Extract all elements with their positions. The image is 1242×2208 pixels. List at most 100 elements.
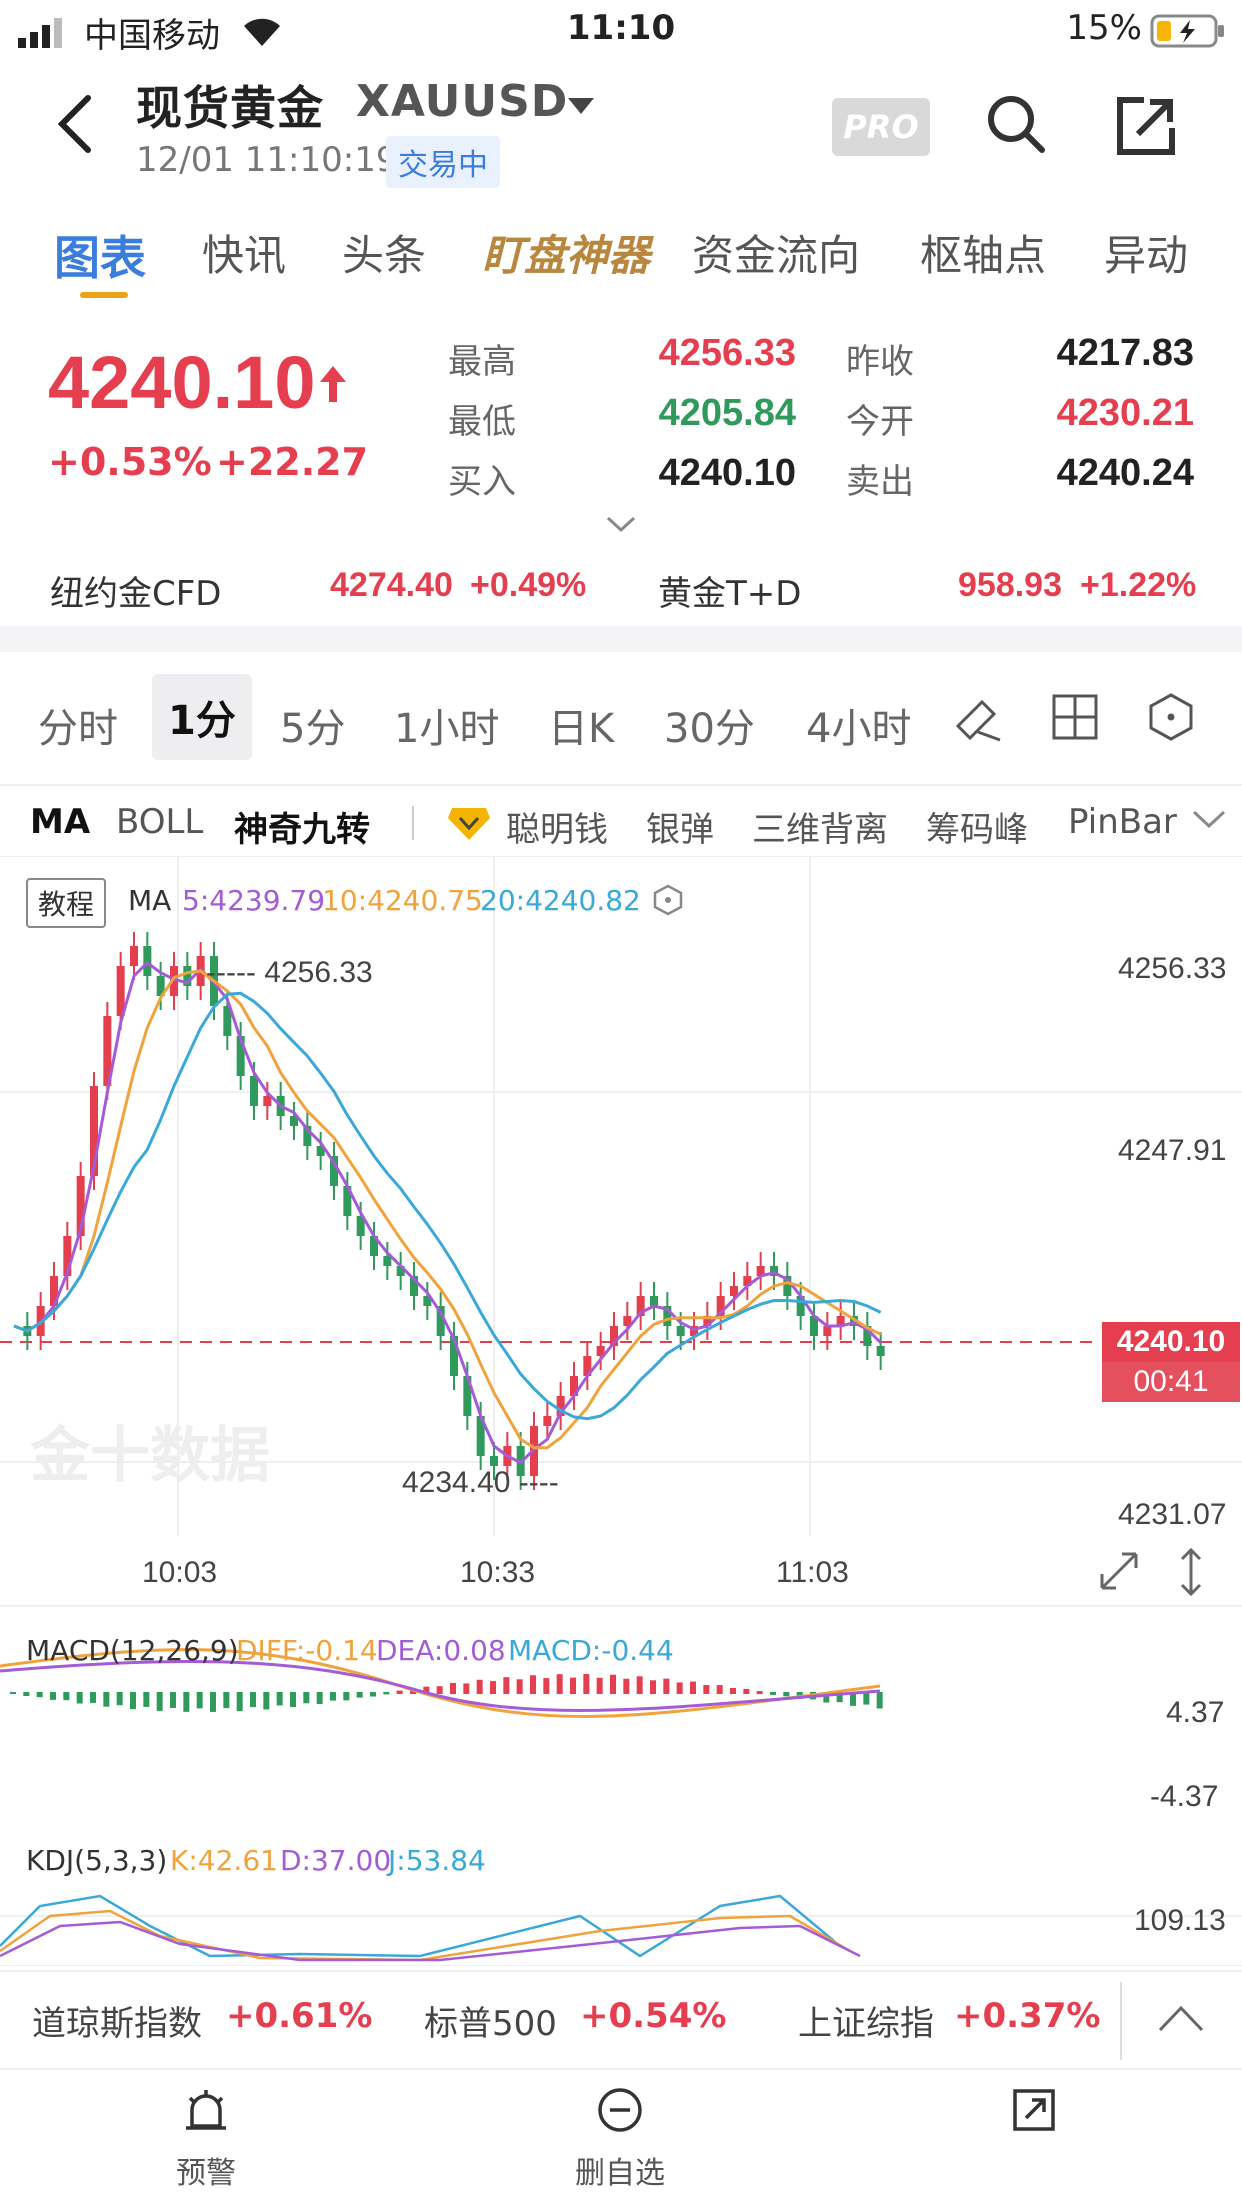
battery-icon bbox=[1150, 14, 1224, 48]
macd-bar bbox=[303, 1692, 310, 1704]
tab-monitor[interactable]: 盯盘神器 bbox=[482, 222, 650, 283]
bar-countdown: 00:41 bbox=[1102, 1362, 1240, 1402]
macd-bar bbox=[290, 1692, 296, 1708]
tutorial-button[interactable]: 教程 bbox=[26, 878, 107, 928]
indicator-ma[interactable]: MA bbox=[30, 802, 90, 842]
y-tick-bottom: 4231.07 bbox=[1118, 1498, 1227, 1531]
remove-watchlist-label: 删自选 bbox=[575, 2156, 665, 2191]
diamond-icon bbox=[448, 808, 490, 840]
search-icon[interactable] bbox=[984, 92, 1048, 156]
high-value: 4256.33 bbox=[658, 332, 796, 374]
tab-headlines[interactable]: 头条 bbox=[342, 222, 426, 283]
open-value: 4230.21 bbox=[1056, 392, 1194, 434]
period-4hour[interactable]: 4小时 bbox=[806, 696, 911, 754]
indicator-silver-bullet[interactable]: 银弹 bbox=[646, 802, 714, 851]
candle-body bbox=[676, 1326, 685, 1336]
macd-scale-top: 4.37 bbox=[1166, 1696, 1225, 1729]
macd-bar bbox=[396, 1690, 403, 1694]
indicator-td-nine[interactable]: 神奇九转 bbox=[234, 802, 370, 851]
period-30min[interactable]: 30分 bbox=[664, 696, 755, 754]
x-tick-3: 11:03 bbox=[776, 1556, 849, 1589]
dropdown-triangle-icon[interactable] bbox=[568, 98, 594, 114]
status-bar: 中国移动 11:10 15% bbox=[0, 0, 1242, 60]
period-daily[interactable]: 日K bbox=[548, 696, 614, 754]
remove-watchlist-button[interactable]: 删自选 bbox=[520, 2086, 720, 2192]
macd-bar bbox=[10, 1692, 16, 1694]
ma-legend-label: MA bbox=[128, 884, 172, 917]
settings-hex-icon[interactable] bbox=[1146, 692, 1196, 742]
active-tab-indicator bbox=[80, 292, 128, 298]
x-tick-1: 10:03 bbox=[142, 1556, 218, 1589]
share-icon[interactable] bbox=[1114, 94, 1178, 158]
macd-bar bbox=[743, 1688, 750, 1694]
tab-pivot[interactable]: 枢轴点 bbox=[920, 222, 1046, 283]
tab-news[interactable]: 快讯 bbox=[202, 222, 286, 283]
macd-bar bbox=[716, 1685, 723, 1694]
ask-value: 4240.24 bbox=[1056, 452, 1194, 494]
bid-label: 买入 bbox=[448, 462, 516, 502]
period-timeshare[interactable]: 分时 bbox=[38, 696, 118, 754]
macd-bar bbox=[783, 1692, 790, 1697]
macd-bar bbox=[276, 1692, 283, 1706]
symbol-selector[interactable]: XAUUSD bbox=[356, 76, 568, 127]
candle-body bbox=[876, 1346, 885, 1356]
chevron-up-icon[interactable] bbox=[1156, 2002, 1206, 2036]
ticker-dow-name: 道琼斯指数 bbox=[32, 2004, 202, 2044]
period-5min[interactable]: 5分 bbox=[280, 696, 345, 754]
macd-bar bbox=[63, 1692, 70, 1701]
indicator-smart-money[interactable]: 聪明钱 bbox=[506, 802, 608, 851]
ma-settings-icon[interactable] bbox=[652, 884, 684, 916]
tab-fund-flow[interactable]: 资金流向 bbox=[692, 222, 860, 283]
indicator-pinbar[interactable]: PinBar bbox=[1068, 802, 1177, 842]
pro-button[interactable]: PRO bbox=[832, 98, 930, 156]
index-ticker[interactable]: 道琼斯指数 +0.61% 标普500 +0.54% 上证综指 +0.37% bbox=[0, 1970, 1242, 2068]
fullscreen-icon[interactable] bbox=[1096, 1548, 1142, 1594]
macd-bar bbox=[503, 1677, 510, 1694]
x-tick-2: 10:33 bbox=[460, 1556, 536, 1589]
tab-movement[interactable]: 异动 bbox=[1104, 222, 1188, 283]
back-arrow-icon[interactable] bbox=[52, 92, 100, 156]
layout-grid-icon[interactable] bbox=[1050, 692, 1100, 742]
period-1min[interactable]: 1分 bbox=[152, 674, 252, 760]
kdj-d: D:37.00 bbox=[280, 1844, 392, 1877]
more-indicators-chevron-icon[interactable] bbox=[1192, 808, 1226, 832]
macd-bar bbox=[596, 1677, 603, 1694]
kline-chart[interactable]: 金十数据 bbox=[0, 856, 1242, 1966]
ma10-value: 10:4240.75 bbox=[322, 884, 483, 917]
expand-chevron-icon[interactable] bbox=[606, 514, 636, 534]
related-price-gold-td: 958.93 bbox=[958, 566, 1062, 604]
change-amount: +22.27 bbox=[216, 440, 369, 484]
ticker-shanghai-name: 上证综指 bbox=[798, 2004, 934, 2044]
kdj-scale-top: 109.13 bbox=[1134, 1904, 1226, 1937]
indicator-boll[interactable]: BOLL bbox=[116, 802, 203, 842]
vertical-scale-icon[interactable] bbox=[1176, 1546, 1206, 1598]
battery-percent: 15% bbox=[1066, 8, 1142, 48]
minus-circle-icon bbox=[598, 2088, 642, 2132]
ma20-line bbox=[13, 991, 882, 1421]
indicator-divergence[interactable]: 三维背离 bbox=[752, 802, 888, 851]
period-bar-divider bbox=[0, 784, 1242, 786]
candle-body bbox=[250, 1076, 258, 1106]
macd-bar bbox=[356, 1692, 363, 1698]
related-name-ny-gold[interactable]: 纽约金CFD bbox=[50, 566, 221, 615]
macd-bar bbox=[143, 1692, 150, 1707]
open-label: 今开 bbox=[846, 402, 914, 442]
chart-grid bbox=[0, 856, 1242, 1966]
ticker-sp500-name: 标普500 bbox=[424, 2004, 557, 2044]
indicator-chip-peak[interactable]: 筹码峰 bbox=[926, 802, 1028, 851]
period-1hour[interactable]: 1小时 bbox=[394, 696, 499, 754]
low-label: 最低 bbox=[448, 402, 516, 442]
macd-bar bbox=[450, 1682, 456, 1694]
ask-label: 卖出 bbox=[846, 462, 914, 502]
ticker-sp500-change: +0.54% bbox=[580, 1996, 727, 2036]
y-tick-top: 4256.33 bbox=[1118, 952, 1227, 985]
share-action-button[interactable] bbox=[934, 2086, 1134, 2148]
related-name-gold-td[interactable]: 黄金T+D bbox=[658, 566, 801, 615]
alert-button[interactable]: 预警 bbox=[106, 2086, 306, 2192]
draw-tool-icon[interactable] bbox=[952, 692, 1004, 744]
clock: 11:10 bbox=[566, 8, 676, 48]
related-price-ny-gold: 4274.40 bbox=[330, 566, 453, 604]
high-marker-label: ----- 4256.33 bbox=[206, 956, 373, 989]
tab-chart[interactable]: 图表 bbox=[54, 222, 146, 288]
macd-bar bbox=[36, 1692, 43, 1698]
